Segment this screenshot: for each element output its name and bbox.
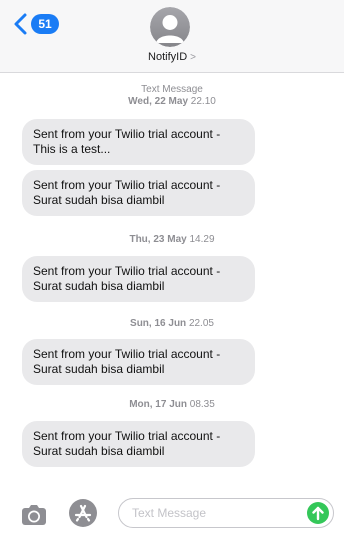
message-bubble[interactable]: Sent from your Twilio trial account - Su… — [22, 256, 255, 302]
person-icon — [150, 7, 190, 47]
message-text-line: Sent from your Twilio trial account - — [33, 178, 221, 192]
message-input[interactable] — [132, 504, 292, 522]
timestamp-time: 22.05 — [188, 318, 214, 329]
send-button[interactable] — [307, 502, 329, 524]
unread-count-badge: 51 — [31, 14, 59, 34]
timestamp-day: Wed, 22 May — [128, 96, 189, 107]
message-text-line: Surat sudah bisa diambil — [33, 444, 165, 458]
camera-icon[interactable] — [20, 502, 48, 528]
service-label: Text Message — [141, 84, 203, 95]
message-bubble[interactable]: Sent from your Twilio trial account - Su… — [22, 421, 255, 467]
message-text-line: Sent from your Twilio trial account - — [33, 429, 221, 443]
message-text-line: Sent from your Twilio trial account - — [33, 347, 221, 361]
app-store-button[interactable] — [69, 499, 97, 527]
message-bubble[interactable]: Sent from your Twilio trial account - Su… — [22, 170, 255, 216]
compose-bar — [0, 494, 344, 534]
timestamp-header: Mon, 17 Jun 08.35 — [0, 399, 344, 411]
conversation-header: 51 NotifyID > — [0, 0, 344, 73]
timestamp-header: Sun, 16 Jun 22.05 — [0, 318, 344, 330]
timestamp-time: 14.29 — [189, 234, 215, 245]
app-store-icon — [74, 504, 92, 522]
message-text-line: Surat sudah bisa diambil — [33, 279, 165, 293]
message-input-container — [118, 498, 334, 528]
message-bubble[interactable]: Sent from your Twilio trial account - Su… — [22, 339, 255, 385]
message-text-line: This is a test... — [33, 142, 111, 156]
message-bubble[interactable]: Sent from your Twilio trial account - Th… — [22, 119, 255, 165]
timestamp-day: Thu, 23 May — [129, 234, 187, 245]
back-button[interactable]: 51 — [12, 12, 59, 36]
timestamp-time: 08.35 — [189, 399, 215, 410]
timestamp-time: 22.10 — [190, 96, 216, 107]
timestamp-header: Text Message Wed, 22 May 22.10 — [0, 84, 344, 108]
timestamp-header: Thu, 23 May 14.29 — [0, 234, 344, 246]
timestamp-day: Sun, 16 Jun — [130, 318, 187, 329]
message-thread[interactable]: Text Message Wed, 22 May 22.10 Sent from… — [0, 74, 344, 484]
contact-name-button[interactable]: NotifyID > — [0, 51, 344, 63]
timestamp-day: Mon, 17 Jun — [129, 399, 187, 410]
contact-avatar[interactable] — [150, 7, 190, 47]
messages-screen: 51 NotifyID > Text Message Wed, 22 May 2… — [0, 0, 344, 534]
chevron-left-icon — [14, 13, 27, 35]
message-text-line: Surat sudah bisa diambil — [33, 362, 165, 376]
send-arrow-icon — [312, 506, 324, 521]
message-text-line: Sent from your Twilio trial account - — [33, 127, 221, 141]
chevron-right-icon: > — [190, 52, 196, 63]
contact-name: NotifyID — [148, 51, 188, 63]
message-text-line: Sent from your Twilio trial account - — [33, 264, 221, 278]
message-text-line: Surat sudah bisa diambil — [33, 193, 165, 207]
